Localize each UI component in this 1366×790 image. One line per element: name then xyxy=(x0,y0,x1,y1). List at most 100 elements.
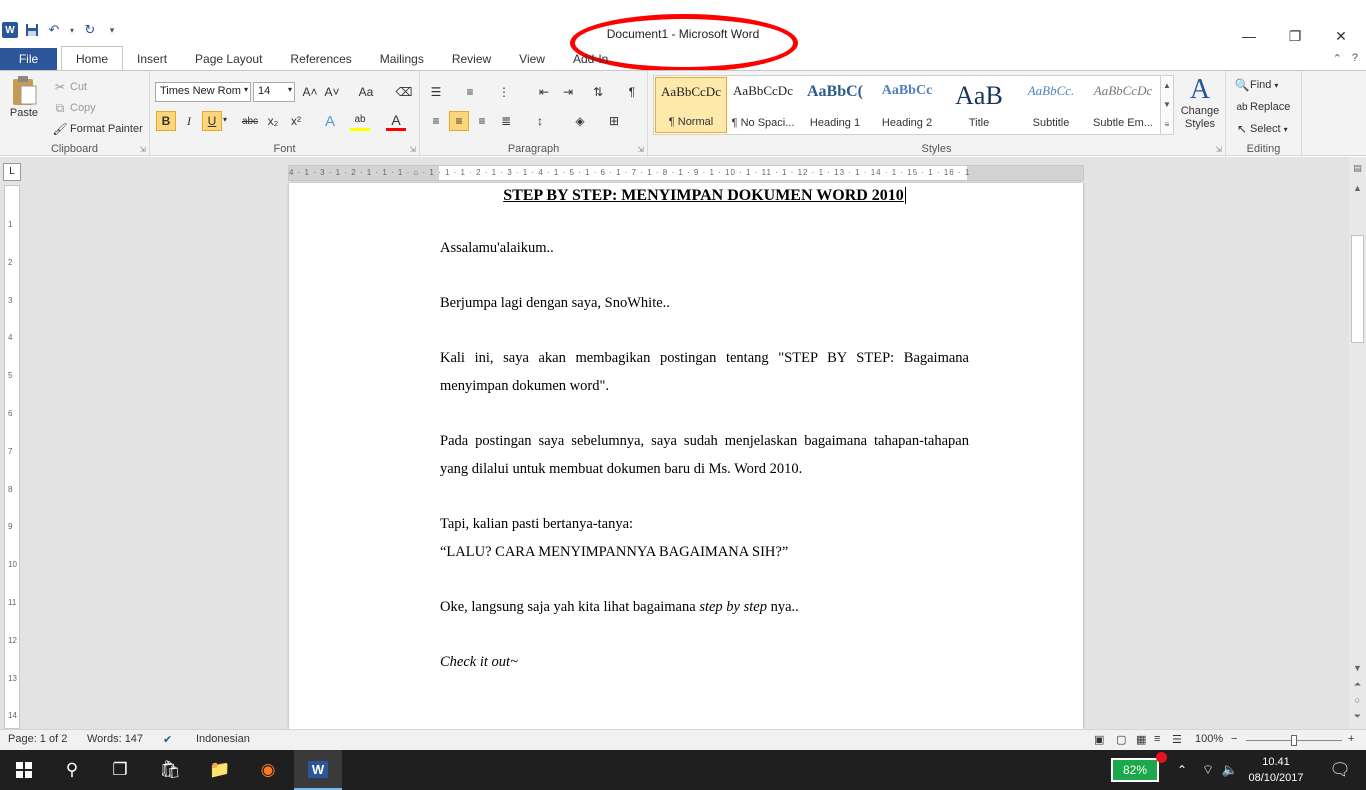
tab-page-layout[interactable]: Page Layout xyxy=(181,48,276,70)
underline-dropdown-icon[interactable]: ▾ xyxy=(223,115,227,124)
search-icon[interactable]: ⚲ xyxy=(48,750,96,790)
vertical-scrollbar[interactable]: ▤ ▲ ▼ ⏶ ○ ⏷ xyxy=(1349,157,1366,729)
help-icon[interactable]: ? xyxy=(1352,52,1358,65)
dialog-launcher-icon[interactable]: ⇲ xyxy=(637,145,644,154)
paragraph-intro[interactable]: Berjumpa lagi dengan saya, SnoWhite.. xyxy=(440,289,969,317)
paragraph-previous-post[interactable]: Pada postingan saya sebelumnya, saya sud… xyxy=(440,427,969,483)
bold-button[interactable]: B xyxy=(156,111,176,131)
style-heading-2[interactable]: AaBbCc Heading 2 xyxy=(871,77,943,133)
start-icon[interactable] xyxy=(0,750,48,790)
copy-button[interactable]: ⧉ Copy xyxy=(50,98,96,118)
align-center-icon[interactable]: ≡ xyxy=(449,111,469,131)
align-left-icon[interactable]: ≡ xyxy=(426,111,446,131)
paragraph-check-it-out[interactable]: Check it out~ xyxy=(440,648,969,676)
paragraph-topic[interactable]: Kali ini, saya akan membagikan postingan… xyxy=(440,344,969,400)
align-right-icon[interactable]: ≡ xyxy=(472,111,492,131)
style-subtitle[interactable]: AaBbCc. Subtitle xyxy=(1015,77,1087,133)
clear-formatting-icon[interactable]: ⌫ xyxy=(394,82,414,102)
zoom-in-button[interactable]: + xyxy=(1348,733,1354,745)
vertical-ruler[interactable]: 1 2 3 4 5 6 7 8 9 10 11 12 13 14 xyxy=(4,185,20,729)
word-taskbar-icon[interactable]: W xyxy=(294,750,342,790)
cut-button[interactable]: ✂ Cut xyxy=(50,77,87,97)
tab-home[interactable]: Home xyxy=(61,46,124,70)
word-count[interactable]: Words: 147 xyxy=(87,733,143,745)
superscript-button[interactable]: x² xyxy=(286,111,306,131)
tab-view[interactable]: View xyxy=(505,48,559,70)
change-case-button[interactable]: Aa xyxy=(352,82,380,102)
styles-scroll[interactable]: ▲ ▼ ≡ xyxy=(1160,75,1174,135)
format-painter-button[interactable]: 🖌 Format Painter xyxy=(50,119,142,139)
sort-icon[interactable]: ⇅ xyxy=(588,82,608,102)
next-page-icon[interactable]: ⏷ xyxy=(1351,711,1364,722)
scroll-up-icon[interactable]: ▲ xyxy=(1351,183,1364,193)
underline-button[interactable]: U xyxy=(202,111,222,131)
proofing-icon[interactable]: ✔ xyxy=(163,733,172,746)
document-title[interactable]: STEP BY STEP: MENYIMPAN DOKUMEN WORD 201… xyxy=(440,185,969,207)
style-heading-1[interactable]: AaBbC( Heading 1 xyxy=(799,77,871,133)
dialog-launcher-icon[interactable]: ⇲ xyxy=(409,145,416,154)
paragraph-question-quote[interactable]: “LALU? CARA MENYIMPANNYA BAGAIMANA SIH?” xyxy=(440,538,969,566)
store-icon[interactable]: 🛍 xyxy=(146,750,194,790)
paste-button[interactable]: Paste xyxy=(6,75,42,119)
clock[interactable]: 10.41 08/10/2017 xyxy=(1244,754,1308,786)
style-title[interactable]: AaB Title xyxy=(943,77,1015,133)
line-spacing-icon[interactable]: ↕ xyxy=(530,111,550,131)
minimize-ribbon-icon[interactable]: ⌃ xyxy=(1333,52,1342,65)
firefox-icon[interactable]: ◉ xyxy=(244,750,292,790)
tab-insert[interactable]: Insert xyxy=(123,48,181,70)
increase-indent-icon[interactable]: ⇥ xyxy=(558,82,578,102)
font-size-box[interactable]: 14 ▾ xyxy=(253,82,295,102)
draft-icon[interactable]: ☰ xyxy=(1172,733,1182,746)
multilevel-list-icon[interactable]: ⋮ xyxy=(494,82,514,102)
select-browse-object-icon[interactable]: ○ xyxy=(1351,695,1364,705)
tab-add-ins[interactable]: Add-In xyxy=(559,48,622,70)
borders-icon[interactable]: ⊞ xyxy=(604,111,624,131)
style-no-spacing[interactable]: AaBbCcDc ¶ No Spaci... xyxy=(727,77,799,133)
replace-button[interactable]: ab Replace xyxy=(1234,97,1290,117)
find-button[interactable]: 🔍 Find ▾ xyxy=(1234,75,1279,95)
shading-icon[interactable]: ◈ xyxy=(570,111,590,131)
style-subtle-emphasis[interactable]: AaBbCcDc Subtle Em... xyxy=(1087,77,1159,133)
italic-button[interactable]: I xyxy=(179,111,199,131)
grow-font-button[interactable]: A˄ xyxy=(300,82,320,102)
numbering-icon[interactable]: ≡ xyxy=(460,82,480,102)
paragraph-greeting[interactable]: Assalamu'alaikum.. xyxy=(440,234,969,262)
close-button[interactable]: ✕ xyxy=(1318,24,1364,48)
volume-icon[interactable]: 🔈 xyxy=(1218,750,1242,790)
full-screen-reading-icon[interactable]: ▢ xyxy=(1116,733,1126,746)
strikethrough-button[interactable]: abc xyxy=(238,111,262,131)
document-body[interactable]: STEP BY STEP: MENYIMPAN DOKUMEN WORD 201… xyxy=(440,183,969,676)
zoom-slider[interactable] xyxy=(1246,735,1342,746)
scrollbar-thumb[interactable] xyxy=(1351,235,1364,343)
change-styles-button[interactable]: A Change Styles xyxy=(1178,75,1222,131)
scroll-down-icon[interactable]: ▼ xyxy=(1351,663,1364,673)
tab-references[interactable]: References xyxy=(276,48,365,70)
select-button[interactable]: ↖ Select ▾ xyxy=(1234,119,1288,139)
outline-icon[interactable]: ≡ xyxy=(1154,733,1160,745)
dialog-launcher-icon[interactable]: ⇲ xyxy=(139,145,146,154)
paragraph-question[interactable]: Tapi, kalian pasti bertanya-tanya: xyxy=(440,510,969,538)
tab-mailings[interactable]: Mailings xyxy=(366,48,438,70)
zoom-out-button[interactable]: − xyxy=(1231,733,1237,745)
document-page[interactable]: STEP BY STEP: MENYIMPAN DOKUMEN WORD 201… xyxy=(289,183,1083,729)
tab-selector-icon[interactable]: L xyxy=(3,163,21,181)
more-styles-icon[interactable]: ≡ xyxy=(1165,120,1170,129)
highlight-button[interactable]: ab xyxy=(350,111,370,131)
justify-icon[interactable]: ≣ xyxy=(496,111,516,131)
scroll-down-icon[interactable]: ▼ xyxy=(1163,100,1171,109)
decrease-indent-icon[interactable]: ⇤ xyxy=(534,82,554,102)
battery-indicator[interactable]: 82% xyxy=(1111,758,1159,782)
subscript-button[interactable]: x₂ xyxy=(263,111,283,131)
page-count[interactable]: Page: 1 of 2 xyxy=(8,733,67,745)
action-center-icon[interactable]: 🗨 xyxy=(1316,750,1364,790)
language[interactable]: Indonesian xyxy=(196,733,250,745)
web-layout-icon[interactable]: ▦ xyxy=(1136,733,1146,746)
wifi-icon[interactable]: ⌔ xyxy=(1196,750,1220,790)
horizontal-ruler[interactable]: 4 · 1 · 3 · 1 · 2 · 1 · 1 · 1 · ⌂ · 1 · … xyxy=(288,165,1084,181)
text-effects-icon[interactable]: A xyxy=(320,111,340,131)
tab-file[interactable]: File xyxy=(0,48,57,70)
font-color-button[interactable]: A xyxy=(386,111,406,131)
show-marks-button[interactable]: ¶ xyxy=(622,82,642,102)
file-explorer-icon[interactable]: 📁 xyxy=(196,750,244,790)
zoom-slider-knob[interactable] xyxy=(1291,735,1297,746)
